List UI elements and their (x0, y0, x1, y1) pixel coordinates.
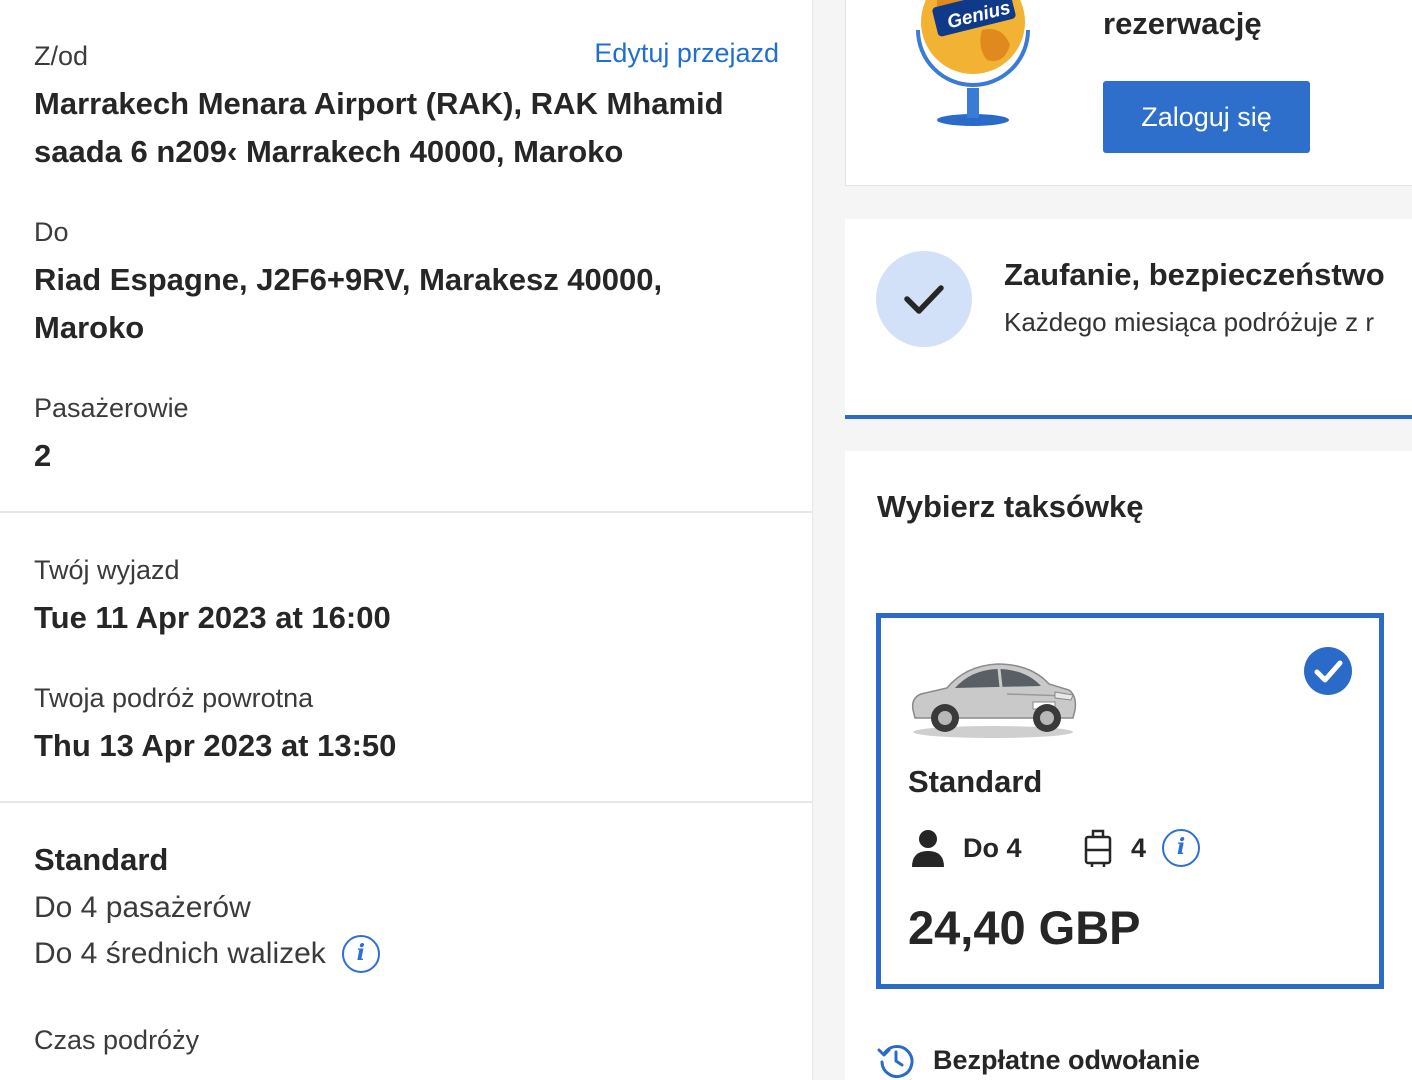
passengers-value: 2 (34, 438, 52, 473)
taxi-option-name: Standard (908, 764, 1043, 799)
to-address-line1: Riad Espagne, J2F6+9RV, Marakesz 40000, (34, 262, 663, 297)
passengers-label: Pasażerowie (34, 393, 189, 423)
choose-taxi-heading: Wybierz taksówkę (877, 489, 1144, 524)
departure-label: Twój wyjazd (34, 555, 180, 585)
return-value: Thu 13 Apr 2023 at 13:50 (34, 728, 397, 763)
to-label: Do (34, 217, 69, 247)
vehicle-class-name: Standard (34, 842, 169, 877)
travel-time-value-cut (34, 1068, 254, 1080)
edit-trip-link[interactable]: Edytuj przejazd (594, 38, 779, 69)
trust-title: Zaufanie, bezpieczeństwo (1004, 257, 1385, 292)
info-icon[interactable]: i (1162, 829, 1201, 867)
trip-summary-panel: Z/od Edytuj przejazd Marrakech Menara Ai… (0, 0, 813, 1080)
login-button[interactable]: Zaloguj się (1103, 81, 1310, 153)
divider (0, 801, 813, 803)
from-label: Z/od (34, 41, 89, 71)
luggage-capacity: 4 i (1083, 825, 1201, 871)
trust-safety-card: Zaufanie, bezpieczeństwo Każdego miesiąc… (845, 219, 1412, 419)
vehicle-passenger-capacity: Do 4 pasażerów (34, 891, 251, 924)
luggage-count: 4 (1131, 832, 1147, 863)
divider (0, 511, 813, 513)
free-cancellation-text: Bezpłatne odwołanie (933, 1044, 1201, 1075)
trust-accent-bar (845, 415, 1412, 419)
info-icon[interactable]: i (341, 935, 380, 973)
car-image (911, 663, 1077, 738)
from-address-line1: Marrakech Menara Airport (RAK), RAK Mham… (34, 86, 724, 121)
history-clock-icon (877, 1045, 914, 1078)
trust-subtitle: Każdego miesiąca podróżuje z r (1004, 307, 1374, 337)
person-icon (912, 830, 944, 867)
check-circle (876, 251, 972, 347)
taxi-selection-card: Wybierz taksówkę Standard Do 4 4 i 24,40… (845, 451, 1412, 1080)
genius-globe-icon: Genius (916, 0, 1030, 126)
taxi-option-price: 24,40 GBP (908, 901, 1141, 954)
departure-value: Tue 11 Apr 2023 at 16:00 (34, 600, 391, 635)
passenger-count: Do 4 (963, 832, 1022, 863)
taxi-option-standard[interactable]: Standard Do 4 4 i 24,40 GBP (876, 613, 1384, 989)
vehicle-luggage-row: Do 4 średnich walizek i (34, 930, 380, 978)
from-address-line2: saada 6 n209‹ Marrakech 40000, Maroko (34, 134, 624, 169)
suitcase-icon (1084, 829, 1112, 867)
free-cancellation: Bezpłatne odwołanie (877, 1041, 1200, 1079)
to-address-line2: Maroko (34, 310, 145, 345)
route-section: Z/od Edytuj przejazd Marrakech Menara Ai… (0, 0, 813, 511)
vehicle-luggage-capacity: Do 4 średnich walizek (34, 937, 326, 970)
selected-check-icon (1304, 647, 1352, 695)
genius-signin-card: Genius rezerwację Zaloguj się (845, 0, 1412, 186)
passenger-capacity: Do 4 (911, 825, 1022, 871)
return-label: Twoja podróż powrotna (34, 683, 314, 713)
checkmark-icon (904, 285, 944, 314)
travel-time-label: Czas podróży (34, 1025, 200, 1055)
genius-title: rezerwację (1103, 6, 1262, 41)
